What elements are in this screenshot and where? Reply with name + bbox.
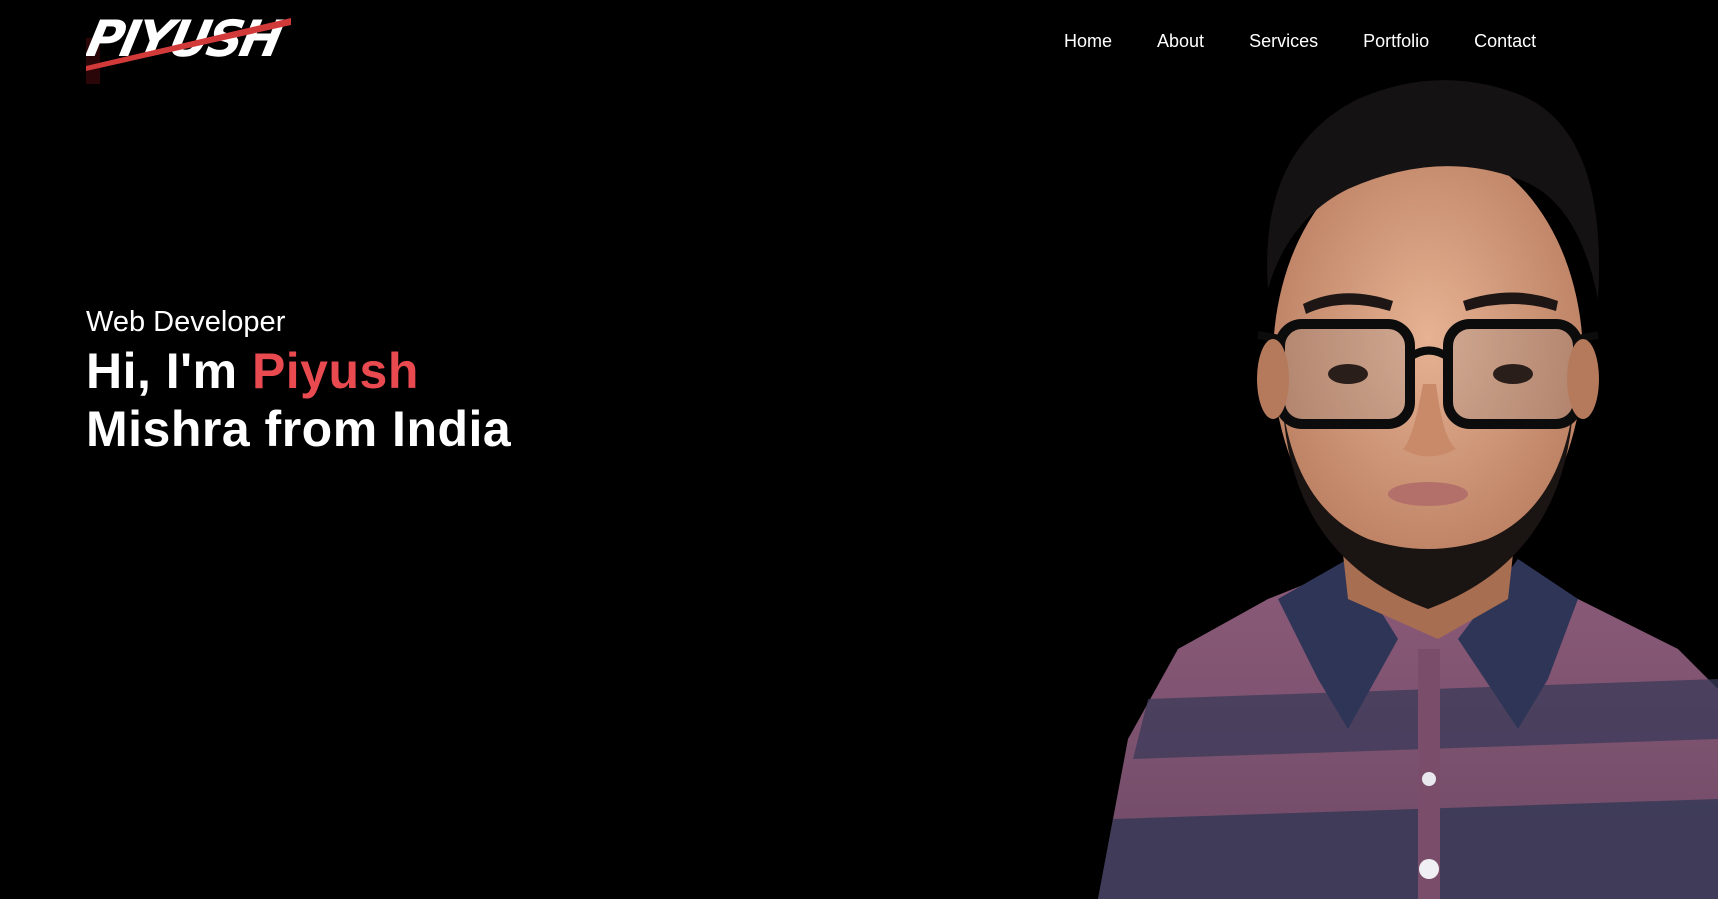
profile-photo (1018, 39, 1718, 899)
site-logo[interactable]: PIYUSH (86, 0, 291, 88)
hero-section: Web Developer Hi, I'm Piyush Mishra from… (86, 302, 786, 458)
hero-heading: Hi, I'm Piyush Mishra from India (86, 342, 786, 458)
hero-line2: Mishra from India (86, 401, 512, 457)
hero-greeting: Hi, I'm (86, 343, 238, 399)
page: PIYUSH Home About Services Portfolio Con… (0, 0, 1718, 899)
hero-first-name: Piyush (251, 343, 419, 399)
hero-role: Web Developer (86, 306, 286, 338)
